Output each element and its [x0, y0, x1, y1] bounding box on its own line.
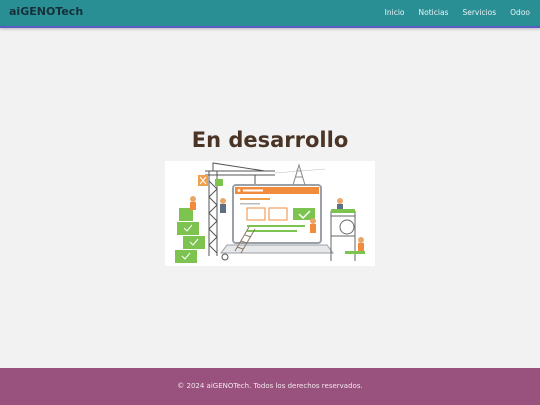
page-title: En desarrollo	[191, 128, 349, 152]
nav-link-noticias[interactable]: Noticias	[419, 8, 449, 17]
construction-scene-icon	[165, 161, 375, 266]
footer-copyright: © 2024 aiGENOTech. Todos los derechos re…	[177, 382, 363, 390]
monitor-icon	[220, 184, 334, 254]
nav-links: Inicio Noticias Servicios Odoo	[385, 8, 530, 17]
footer: © 2024 aiGENOTech. Todos los derechos re…	[0, 368, 540, 405]
nav-link-servicios[interactable]: Servicios	[462, 8, 496, 17]
under-construction-illustration	[165, 161, 375, 266]
brand-logo[interactable]: aiGENOTech	[9, 5, 83, 18]
nav-link-inicio[interactable]: Inicio	[385, 8, 405, 17]
nav-link-odoo[interactable]: Odoo	[510, 8, 530, 17]
navbar: aiGENOTech Inicio Noticias Servicios Odo…	[0, 0, 540, 28]
